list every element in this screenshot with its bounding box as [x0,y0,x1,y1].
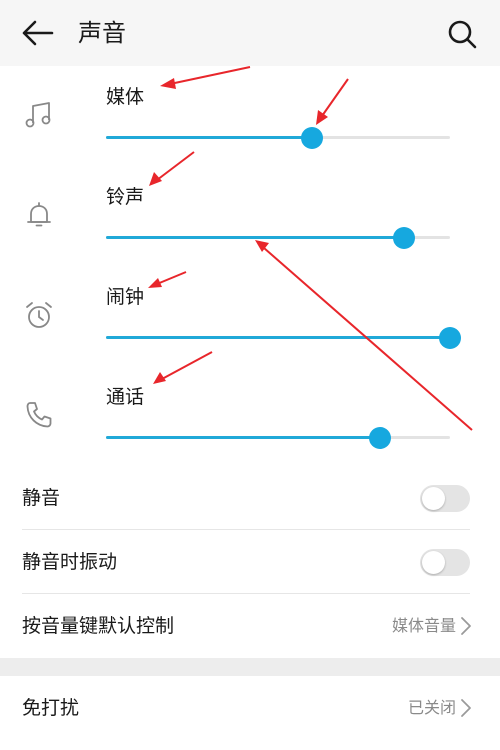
back-button[interactable] [18,14,58,52]
slider-fill [106,436,381,439]
mute-row[interactable]: 静音 [0,466,500,530]
volume-row-media: 媒体 [0,76,500,176]
media-volume-slider[interactable] [106,126,450,150]
volume-label-call: 通话 [106,386,145,408]
do-not-disturb-row[interactable]: 免打扰 已关闭 [0,676,500,740]
arrow-left-icon [22,20,54,46]
vibrate-on-mute-toggle[interactable] [420,549,470,576]
call-volume-slider[interactable] [106,426,450,450]
slider-thumb[interactable] [301,127,324,149]
ringtone-volume-slider[interactable] [106,226,450,250]
volume-label-media: 媒体 [106,86,145,108]
phone-icon [26,402,52,428]
volume-row-alarm: 闹钟 [0,276,500,376]
slider-thumb[interactable] [369,427,392,449]
do-not-disturb-value: 已关闭 [407,698,456,717]
search-icon [448,20,477,49]
do-not-disturb-card: 免打扰 已关闭 [0,676,500,750]
chevron-right-icon [461,617,471,635]
search-button[interactable] [442,14,482,54]
volume-label-alarm: 闹钟 [106,286,145,308]
page-title: 声音 [78,19,126,47]
slider-fill [106,236,405,239]
toggle-knob [422,551,445,574]
alarm-volume-slider[interactable] [106,326,461,350]
alarm-clock-icon [26,302,52,328]
top-bar: 声音 [0,0,500,66]
slider-thumb[interactable] [393,227,416,249]
volume-key-control-row[interactable]: 按音量键默认控制 媒体音量 [0,594,500,658]
slider-fill [106,336,450,339]
volume-key-control-value: 媒体音量 [391,616,456,635]
bell-icon [27,202,51,227]
music-note-icon [25,102,51,128]
volume-label-ringtone: 铃声 [106,186,145,208]
chevron-right-icon [461,699,471,717]
mute-toggle[interactable] [420,485,470,512]
volume-row-call: 通话 [0,376,500,476]
do-not-disturb-label: 免打扰 [22,697,80,719]
vibrate-on-mute-label: 静音时振动 [22,551,118,573]
slider-thumb[interactable] [439,327,461,349]
sound-settings-card: 媒体 铃声 闹钟 通话 静音 静音时振动 按音量键默认控制 媒体音量 [0,66,500,658]
toggle-knob [422,487,445,510]
slider-fill [106,136,313,139]
volume-row-ringtone: 铃声 [0,176,500,276]
mute-label: 静音 [22,487,61,509]
volume-key-control-label: 按音量键默认控制 [22,615,175,637]
vibrate-on-mute-row[interactable]: 静音时振动 [0,530,500,594]
